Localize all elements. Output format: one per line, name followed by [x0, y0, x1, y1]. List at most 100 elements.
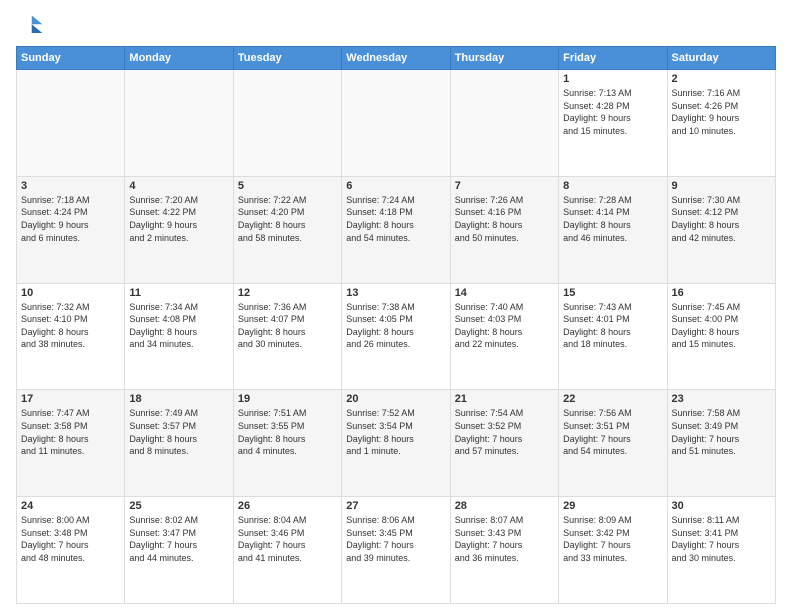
- calendar-cell: 13 Sunrise: 7:38 AM Sunset: 4:05 PM Dayli…: [342, 283, 450, 390]
- calendar-header-row: SundayMondayTuesdayWednesdayThursdayFrid…: [17, 47, 776, 70]
- calendar-week-row: 1 Sunrise: 7:13 AM Sunset: 4:28 PM Daylig…: [17, 70, 776, 177]
- day-number: 25: [129, 500, 228, 512]
- calendar-cell: 19 Sunrise: 7:51 AM Sunset: 3:55 PM Dayli…: [233, 390, 341, 497]
- day-number: 1: [563, 73, 662, 85]
- calendar-header-wednesday: Wednesday: [342, 47, 450, 70]
- day-number: 22: [563, 393, 662, 405]
- day-info: Sunrise: 7:56 AM Sunset: 3:51 PM Dayligh…: [563, 407, 662, 457]
- day-number: 21: [455, 393, 554, 405]
- calendar-cell: 17 Sunrise: 7:47 AM Sunset: 3:58 PM Dayli…: [17, 390, 125, 497]
- day-info: Sunrise: 7:38 AM Sunset: 4:05 PM Dayligh…: [346, 301, 445, 351]
- calendar-cell: 15 Sunrise: 7:43 AM Sunset: 4:01 PM Dayli…: [559, 283, 667, 390]
- day-info: Sunrise: 8:09 AM Sunset: 3:42 PM Dayligh…: [563, 514, 662, 564]
- day-info: Sunrise: 7:58 AM Sunset: 3:49 PM Dayligh…: [672, 407, 771, 457]
- day-info: Sunrise: 7:22 AM Sunset: 4:20 PM Dayligh…: [238, 194, 337, 244]
- day-info: Sunrise: 7:54 AM Sunset: 3:52 PM Dayligh…: [455, 407, 554, 457]
- day-number: 8: [563, 180, 662, 192]
- calendar-cell: 25 Sunrise: 8:02 AM Sunset: 3:47 PM Dayli…: [125, 497, 233, 604]
- day-number: 24: [21, 500, 120, 512]
- day-number: 7: [455, 180, 554, 192]
- calendar-cell: 28 Sunrise: 8:07 AM Sunset: 3:43 PM Dayli…: [450, 497, 558, 604]
- day-info: Sunrise: 7:45 AM Sunset: 4:00 PM Dayligh…: [672, 301, 771, 351]
- calendar-cell: 30 Sunrise: 8:11 AM Sunset: 3:41 PM Dayli…: [667, 497, 775, 604]
- day-info: Sunrise: 7:28 AM Sunset: 4:14 PM Dayligh…: [563, 194, 662, 244]
- day-info: Sunrise: 8:06 AM Sunset: 3:45 PM Dayligh…: [346, 514, 445, 564]
- day-number: 3: [21, 180, 120, 192]
- day-number: 12: [238, 287, 337, 299]
- calendar-cell: 26 Sunrise: 8:04 AM Sunset: 3:46 PM Dayli…: [233, 497, 341, 604]
- day-number: 27: [346, 500, 445, 512]
- calendar-cell: 2Sunrise: 7:16 AM Sunset: 4:26 PM Daylig…: [667, 70, 775, 177]
- day-number: 28: [455, 500, 554, 512]
- day-info: Sunrise: 7:34 AM Sunset: 4:08 PM Dayligh…: [129, 301, 228, 351]
- day-info: Sunrise: 8:04 AM Sunset: 3:46 PM Dayligh…: [238, 514, 337, 564]
- day-number: 17: [21, 393, 120, 405]
- day-number: 11: [129, 287, 228, 299]
- calendar-week-row: 17 Sunrise: 7:47 AM Sunset: 3:58 PM Dayli…: [17, 390, 776, 497]
- calendar-cell: 23 Sunrise: 7:58 AM Sunset: 3:49 PM Dayli…: [667, 390, 775, 497]
- day-info: Sunrise: 7:32 AM Sunset: 4:10 PM Dayligh…: [21, 301, 120, 351]
- day-info: Sunrise: 8:02 AM Sunset: 3:47 PM Dayligh…: [129, 514, 228, 564]
- day-info: Sunrise: 7:30 AM Sunset: 4:12 PM Dayligh…: [672, 194, 771, 244]
- calendar-cell: 7 Sunrise: 7:26 AM Sunset: 4:16 PM Daylig…: [450, 176, 558, 283]
- header: [16, 12, 776, 40]
- calendar-cell: 3 Sunrise: 7:18 AM Sunset: 4:24 PM Daylig…: [17, 176, 125, 283]
- day-number: 19: [238, 393, 337, 405]
- day-number: 16: [672, 287, 771, 299]
- day-info: Sunrise: 7:47 AM Sunset: 3:58 PM Dayligh…: [21, 407, 120, 457]
- day-info: Sunrise: 7:13 AM Sunset: 4:28 PM Dayligh…: [563, 87, 662, 137]
- day-info: Sunrise: 7:18 AM Sunset: 4:24 PM Dayligh…: [21, 194, 120, 244]
- calendar-cell: 6 Sunrise: 7:24 AM Sunset: 4:18 PM Daylig…: [342, 176, 450, 283]
- calendar-cell: [17, 70, 125, 177]
- calendar-cell: [125, 70, 233, 177]
- calendar-header-friday: Friday: [559, 47, 667, 70]
- day-info: Sunrise: 7:36 AM Sunset: 4:07 PM Dayligh…: [238, 301, 337, 351]
- calendar-week-row: 24 Sunrise: 8:00 AM Sunset: 3:48 PM Dayli…: [17, 497, 776, 604]
- calendar-cell: 11 Sunrise: 7:34 AM Sunset: 4:08 PM Dayli…: [125, 283, 233, 390]
- calendar-header-saturday: Saturday: [667, 47, 775, 70]
- day-info: Sunrise: 7:51 AM Sunset: 3:55 PM Dayligh…: [238, 407, 337, 457]
- calendar-header-tuesday: Tuesday: [233, 47, 341, 70]
- day-info: Sunrise: 8:11 AM Sunset: 3:41 PM Dayligh…: [672, 514, 771, 564]
- day-number: 10: [21, 287, 120, 299]
- day-info: Sunrise: 7:52 AM Sunset: 3:54 PM Dayligh…: [346, 407, 445, 457]
- calendar-cell: 22 Sunrise: 7:56 AM Sunset: 3:51 PM Dayli…: [559, 390, 667, 497]
- day-number: 14: [455, 287, 554, 299]
- day-info: Sunrise: 7:43 AM Sunset: 4:01 PM Dayligh…: [563, 301, 662, 351]
- calendar-cell: 1 Sunrise: 7:13 AM Sunset: 4:28 PM Daylig…: [559, 70, 667, 177]
- calendar-cell: 21 Sunrise: 7:54 AM Sunset: 3:52 PM Dayli…: [450, 390, 558, 497]
- day-info: Sunrise: 7:24 AM Sunset: 4:18 PM Dayligh…: [346, 194, 445, 244]
- logo: [16, 12, 48, 40]
- day-number: 5: [238, 180, 337, 192]
- day-number: 6: [346, 180, 445, 192]
- day-number: 30: [672, 500, 771, 512]
- calendar-cell: [342, 70, 450, 177]
- calendar-cell: 8 Sunrise: 7:28 AM Sunset: 4:14 PM Daylig…: [559, 176, 667, 283]
- day-number: 29: [563, 500, 662, 512]
- day-info: Sunrise: 7:26 AM Sunset: 4:16 PM Dayligh…: [455, 194, 554, 244]
- calendar-cell: 4Sunrise: 7:20 AM Sunset: 4:22 PM Daylig…: [125, 176, 233, 283]
- calendar-cell: 14 Sunrise: 7:40 AM Sunset: 4:03 PM Dayli…: [450, 283, 558, 390]
- calendar-cell: 12 Sunrise: 7:36 AM Sunset: 4:07 PM Dayli…: [233, 283, 341, 390]
- calendar-cell: 27 Sunrise: 8:06 AM Sunset: 3:45 PM Dayli…: [342, 497, 450, 604]
- day-number: 26: [238, 500, 337, 512]
- calendar-cell: 24 Sunrise: 8:00 AM Sunset: 3:48 PM Dayli…: [17, 497, 125, 604]
- day-number: 15: [563, 287, 662, 299]
- calendar-header-monday: Monday: [125, 47, 233, 70]
- calendar-header-thursday: Thursday: [450, 47, 558, 70]
- day-number: 2: [672, 73, 771, 85]
- day-number: 23: [672, 393, 771, 405]
- calendar-header-sunday: Sunday: [17, 47, 125, 70]
- calendar-week-row: 10 Sunrise: 7:32 AM Sunset: 4:10 PM Dayli…: [17, 283, 776, 390]
- day-info: Sunrise: 8:07 AM Sunset: 3:43 PM Dayligh…: [455, 514, 554, 564]
- day-number: 4: [129, 180, 228, 192]
- calendar-table: SundayMondayTuesdayWednesdayThursdayFrid…: [16, 46, 776, 604]
- logo-icon: [16, 12, 44, 40]
- page: SundayMondayTuesdayWednesdayThursdayFrid…: [0, 0, 792, 612]
- day-number: 13: [346, 287, 445, 299]
- calendar-cell: 10 Sunrise: 7:32 AM Sunset: 4:10 PM Dayli…: [17, 283, 125, 390]
- day-number: 18: [129, 393, 228, 405]
- calendar-cell: 20Sunrise: 7:52 AM Sunset: 3:54 PM Dayli…: [342, 390, 450, 497]
- day-info: Sunrise: 7:40 AM Sunset: 4:03 PM Dayligh…: [455, 301, 554, 351]
- day-info: Sunrise: 8:00 AM Sunset: 3:48 PM Dayligh…: [21, 514, 120, 564]
